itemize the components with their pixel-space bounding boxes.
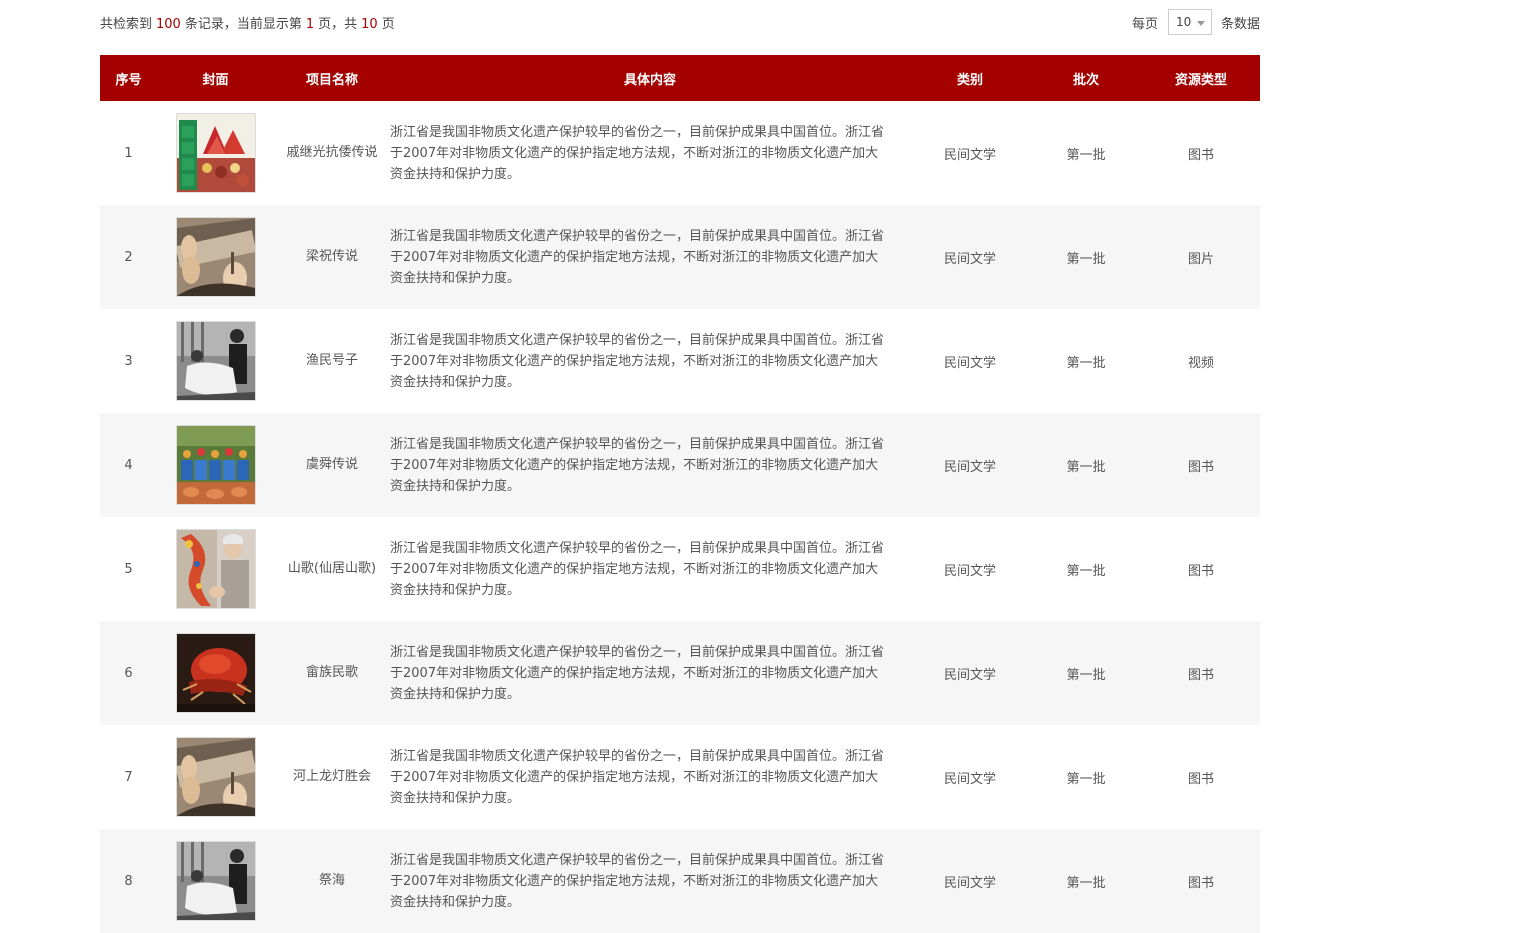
per-page-label: 每页 bbox=[1131, 16, 1158, 32]
table-row[interactable]: 1 戚继光抗倭传说 浙江省是我国非物质文化遗产保护较早的省份之一，目前保护成果具中国… bbox=[100, 101, 1260, 205]
row-description: 浙江省是我国非物质文化遗产保护较早的省份之一，目前保护成果具中国首位。浙江省于2… bbox=[390, 540, 885, 598]
row-category: 民间文学 bbox=[943, 459, 996, 475]
row-resource-type: 图书 bbox=[1187, 875, 1214, 891]
craft-hands-image[interactable] bbox=[175, 217, 256, 297]
row-index: 1 bbox=[124, 145, 133, 161]
row-resource-type: 图书 bbox=[1187, 563, 1214, 579]
row-project-name[interactable]: 河上龙灯胜会 bbox=[274, 725, 390, 829]
results-page: 共检索到 100 条记录，当前显示第 1 页，共 10 页 每页 10 条数据 序号 封面 项目… bbox=[100, 0, 1260, 933]
results-toolbar: 共检索到 100 条记录，当前显示第 1 页，共 10 页 每页 10 条数据 bbox=[100, 0, 1260, 55]
row-cover-cell bbox=[157, 413, 274, 517]
summary-prefix: 共检索到 bbox=[100, 17, 153, 32]
page-size-control: 每页 10 条数据 bbox=[1132, 9, 1260, 35]
row-index: 4 bbox=[124, 457, 133, 473]
summary-suffix: 页 bbox=[381, 17, 395, 32]
table-header-row: 序号 封面 项目名称 具体内容 类别 批次 资源类型 bbox=[100, 55, 1260, 101]
folk-dance-crowd-image[interactable] bbox=[175, 425, 256, 505]
row-description: 浙江省是我国非物质文化遗产保护较早的省份之一，目前保护成果具中国首位。浙江省于2… bbox=[390, 332, 885, 390]
row-cover-cell bbox=[157, 205, 274, 309]
row-cover-cell bbox=[157, 517, 274, 621]
header-resource-type: 资源类型 bbox=[1174, 72, 1227, 88]
row-index: 3 bbox=[124, 353, 133, 369]
row-project-name[interactable]: 戚继光抗倭传说 bbox=[274, 101, 390, 205]
header-name: 项目名称 bbox=[305, 72, 358, 88]
row-batch: 第一批 bbox=[1066, 667, 1106, 683]
total-count: 100 bbox=[156, 17, 181, 32]
row-batch: 第一批 bbox=[1066, 251, 1106, 267]
row-resource-type: 图书 bbox=[1187, 147, 1214, 163]
row-cover-cell bbox=[157, 725, 274, 829]
row-project-name[interactable]: 畲族民歌 bbox=[274, 621, 390, 725]
summary-mid2: 页，共 bbox=[318, 17, 358, 32]
row-index: 8 bbox=[124, 873, 133, 889]
header-batch: 批次 bbox=[1072, 72, 1099, 88]
row-resource-type: 图书 bbox=[1187, 459, 1214, 475]
row-project-name[interactable]: 渔民号子 bbox=[274, 309, 390, 413]
table-row[interactable]: 4 虞舜传说 浙江省是我国非物质文化遗产保护较早的省份之一，目前保护成果具中国首位。… bbox=[100, 413, 1260, 517]
current-page: 1 bbox=[305, 17, 315, 32]
row-category: 民间文学 bbox=[943, 355, 996, 371]
row-batch: 第一批 bbox=[1066, 563, 1106, 579]
row-batch: 第一批 bbox=[1066, 459, 1106, 475]
table-row[interactable]: 3 渔民号子 浙江省是我国非物质文化遗产保护较早的省份之一，目前保护成果具中国首位。… bbox=[100, 309, 1260, 413]
row-category: 民间文学 bbox=[943, 563, 996, 579]
table-header: 序号 封面 项目名称 具体内容 类别 批次 资源类型 bbox=[100, 55, 1260, 101]
table-body: 1 戚继光抗倭传说 浙江省是我国非物质文化遗产保护较早的省份之一，目前保护成果具中国… bbox=[100, 101, 1260, 933]
bw-performers-image[interactable] bbox=[175, 841, 256, 921]
total-pages: 10 bbox=[361, 17, 378, 32]
table-row[interactable]: 6 畲族民歌 浙江省是我国非物质文化遗产保护较早的省份之一，目前保护成果具中国首位。… bbox=[100, 621, 1260, 725]
row-resource-type: 图片 bbox=[1187, 251, 1214, 267]
row-category: 民间文学 bbox=[943, 667, 996, 683]
results-summary: 共检索到 100 条记录，当前显示第 1 页，共 10 页 bbox=[100, 13, 395, 32]
header-cover: 封面 bbox=[202, 72, 229, 88]
row-batch: 第一批 bbox=[1066, 771, 1106, 787]
row-description: 浙江省是我国非物质文化遗产保护较早的省份之一，目前保护成果具中国首位。浙江省于2… bbox=[390, 124, 885, 182]
row-batch: 第一批 bbox=[1066, 875, 1106, 891]
table-row[interactable]: 5 山歌(仙居山歌) 浙江省是我国非物质文化遗产保护较早的省份之一，目前保护成果具中… bbox=[100, 517, 1260, 621]
table-row[interactable]: 8 祭海 浙江省是我国非物质文化遗产保护较早的省份之一，目前保护成果具中国首位。浙江… bbox=[100, 829, 1260, 933]
row-index: 7 bbox=[124, 769, 133, 785]
row-resource-type: 视频 bbox=[1187, 355, 1214, 371]
row-resource-type: 图书 bbox=[1187, 771, 1214, 787]
row-cover-cell bbox=[157, 829, 274, 933]
row-category: 民间文学 bbox=[943, 147, 996, 163]
row-category: 民间文学 bbox=[943, 875, 996, 891]
row-description: 浙江省是我国非物质文化遗产保护较早的省份之一，目前保护成果具中国首位。浙江省于2… bbox=[390, 644, 885, 702]
row-project-name[interactable]: 梁祝传说 bbox=[274, 205, 390, 309]
header-category: 类别 bbox=[956, 72, 983, 88]
row-project-name[interactable]: 祭海 bbox=[274, 829, 390, 933]
row-description: 浙江省是我国非物质文化遗产保护较早的省份之一，目前保护成果具中国首位。浙江省于2… bbox=[390, 436, 885, 494]
row-batch: 第一批 bbox=[1066, 147, 1106, 163]
chevron-down-icon bbox=[1196, 21, 1205, 26]
row-category: 民间文学 bbox=[943, 771, 996, 787]
per-page-suffix: 条数据 bbox=[1220, 16, 1260, 32]
red-carving-image[interactable] bbox=[175, 633, 256, 713]
row-description: 浙江省是我国非物质文化遗产保护较早的省份之一，目前保护成果具中国首位。浙江省于2… bbox=[390, 748, 885, 806]
table-row[interactable]: 7 河上龙灯胜会 浙江省是我国非物质文化遗产保护较早的省份之一，目前保护成果具中国首… bbox=[100, 725, 1260, 829]
header-content: 具体内容 bbox=[623, 72, 676, 88]
row-index: 6 bbox=[124, 665, 133, 681]
row-cover-cell bbox=[157, 309, 274, 413]
table-row[interactable]: 2 梁祝传说 浙江省是我国非物质文化遗产保护较早的省份之一，目前保护成果具中国首位。… bbox=[100, 205, 1260, 309]
row-resource-type: 图书 bbox=[1187, 667, 1214, 683]
header-index: 序号 bbox=[115, 72, 142, 88]
row-cover-cell bbox=[157, 101, 274, 205]
dragon-lantern-maker-image[interactable] bbox=[175, 529, 256, 609]
row-category: 民间文学 bbox=[943, 251, 996, 267]
row-description: 浙江省是我国非物质文化遗产保护较早的省份之一，目前保护成果具中国首位。浙江省于2… bbox=[390, 228, 885, 286]
page-size-value: 10 bbox=[1175, 15, 1192, 29]
row-batch: 第一批 bbox=[1066, 355, 1106, 371]
row-index: 5 bbox=[124, 561, 133, 577]
summary-mid: 条记录，当前显示第 bbox=[184, 17, 302, 32]
craft-hands-image[interactable] bbox=[175, 737, 256, 817]
row-cover-cell bbox=[157, 621, 274, 725]
page-size-select[interactable]: 10 bbox=[1167, 9, 1212, 35]
results-table: 序号 封面 项目名称 具体内容 类别 批次 资源类型 1 戚继光抗倭传说 浙江省是我国非物质文化… bbox=[100, 55, 1260, 933]
row-project-name[interactable]: 虞舜传说 bbox=[274, 413, 390, 517]
bw-performers-image[interactable] bbox=[175, 321, 256, 401]
festival-book-cover-image[interactable] bbox=[175, 113, 256, 193]
row-project-name[interactable]: 山歌(仙居山歌) bbox=[274, 517, 390, 621]
row-description: 浙江省是我国非物质文化遗产保护较早的省份之一，目前保护成果具中国首位。浙江省于2… bbox=[390, 852, 885, 910]
row-index: 2 bbox=[124, 249, 133, 265]
